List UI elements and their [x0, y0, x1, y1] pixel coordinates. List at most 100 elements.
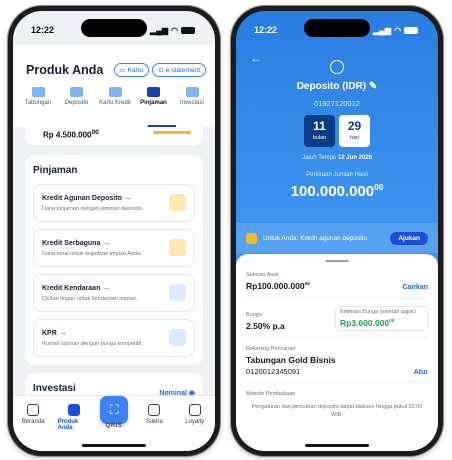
bunga-value: 2.50% p.a [246, 321, 285, 331]
product-kredit-serbaguna[interactable]: Kredit Serbaguna → Dana tunai untuk wuju… [33, 229, 195, 267]
product-description: Dana pinjaman dengan jaminan deposito. [42, 206, 144, 212]
tab-kartu-kredit[interactable]: Kartu Kredit [98, 87, 132, 106]
scan-icon: ⛶ [109, 402, 119, 417]
timer-icon [330, 60, 344, 74]
tenor-months-box: 11 bulan [304, 115, 335, 147]
rekening-row: Rekening Pencairan Tabungan Gold Bisnis … [246, 346, 428, 383]
product-kpr[interactable]: KPR → Rumah idaman dengan bunga kompetit… [33, 319, 195, 357]
status-time: 12:22 [31, 25, 55, 35]
arrow-right-icon: → [58, 328, 67, 337]
rekening-name: Tabungan Gold Bisnis [246, 355, 336, 365]
investment-chart-icon [185, 87, 199, 97]
product-name: Kredit Kendaraan [42, 285, 101, 292]
safe-icon [169, 194, 186, 211]
setoran-value: Rp100.000.00000 [246, 281, 310, 291]
metode-label: Metode Pembukaan [246, 391, 296, 397]
ajukan-button[interactable]: Ajukan [390, 231, 428, 245]
product-kredit-agunan-deposito[interactable]: Kredit Agunan Deposito → Dana pinjaman d… [33, 184, 195, 222]
deposit-title: Deposito (IDR) ✎ [296, 81, 378, 92]
estimasi-value: Rp3.600.00000 [340, 318, 395, 328]
product-kredit-kendaraan[interactable]: Kredit Kendaraan → Cicilan ringan untuk … [33, 274, 195, 312]
status-bar: 12:22 ▂▄▆ ◠ [236, 11, 438, 45]
atur-link[interactable]: Atur [414, 369, 428, 376]
loyalty-icon [188, 404, 201, 416]
status-icons: ▂▄▆ ◠ [373, 26, 418, 35]
product-description: Cicilan ringan untuk kendaraan impian. [42, 296, 138, 302]
deposito-detail-screen: 12:22 ▂▄▆ ◠ ← Deposito (IDR) ✎ 019271200… [236, 11, 438, 451]
status-icons: ▂▄▆ ◠ [150, 26, 195, 35]
deposito-icon [70, 87, 83, 97]
promo-bag-icon [246, 232, 257, 244]
maturity-date: Jatuh Tempo 12 Jun 2026 [302, 155, 372, 161]
e-statement-button[interactable]: ⊙ e-statement [152, 63, 206, 77]
product-description: Dana tunai untuk wujudkan impian Anda. [42, 251, 142, 257]
estimate-label: Perkiraan Jumlah Hasil [306, 172, 368, 178]
statement-icon: ⊙ [158, 67, 164, 74]
bunga-label: Bunga [246, 312, 262, 318]
account-number: 01927120012 [314, 99, 360, 108]
qris-label: QRIS [105, 423, 123, 429]
balance-progress-bar [153, 131, 191, 134]
status-time: 12:22 [254, 25, 278, 35]
nav-beranda[interactable]: Beranda [17, 404, 49, 451]
pinjaman-title: Pinjaman [33, 165, 78, 176]
sheet-handle[interactable] [325, 260, 349, 262]
card-icon: ▭ [119, 67, 126, 74]
house-percent-icon [169, 329, 186, 346]
product-scroll-area[interactable]: Rp 4.500.00000 Pinjaman Kredit Agunan De… [13, 127, 215, 399]
home-icon [27, 404, 40, 416]
page-header: Produk Anda ▭ Kartu ⊙ e-statement Tabung… [13, 45, 215, 127]
edit-pencil-icon[interactable]: ✎ [369, 81, 377, 92]
loan-bag-icon [147, 87, 160, 97]
right-phone-frame: 12:22 ▂▄▆ ◠ ← Deposito (IDR) ✎ 019271200… [231, 6, 443, 456]
tenor-remaining: 11 bulan 29 hari [304, 115, 370, 147]
product-description: Rumah idaman dengan bunga kompetitif. [42, 341, 143, 347]
tab-tabungan[interactable]: Tabungan [21, 87, 55, 106]
tab-deposito[interactable]: Deposito [60, 87, 94, 106]
gift-icon [148, 404, 161, 416]
setoran-label: Setoran Awal [246, 272, 279, 278]
tab-pinjaman[interactable]: Pinjaman [137, 87, 171, 106]
rekening-label: Rekening Pencairan [246, 346, 296, 352]
back-arrow-icon[interactable]: ← [250, 51, 262, 65]
nav-loyalty[interactable]: Loyalty [179, 404, 211, 451]
tabungan-icon [31, 87, 45, 97]
promo-text: Untuk Anda: Kredit agunan deposito [263, 234, 368, 242]
balance-card: Rp 4.500.00000 [25, 127, 203, 145]
promo-banner: Untuk Anda: Kredit agunan deposito Ajuka… [236, 223, 438, 253]
balance-amount: Rp 4.500.00000 [43, 129, 99, 140]
wifi-icon: ◠ [394, 25, 401, 35]
deposit-detail-sheet: Setoran Awal Rp100.000.00000 Cairkan Bun… [236, 254, 438, 451]
kartu-button[interactable]: ▭ Kartu [113, 63, 150, 77]
tenor-days-box: 29 hari [339, 115, 370, 147]
rekening-number: 0120012345091 [246, 367, 301, 376]
interest-row: Bunga 2.50% p.a Estimasi Bunga (setelah … [246, 306, 428, 338]
footer-note: Pengaturan dan pencairan deposito dapat … [251, 404, 423, 419]
qris-scan-button[interactable]: ⛶ [100, 396, 128, 424]
product-tabs: Tabungan Deposito Kartu Kredit Pinjaman … [13, 77, 215, 106]
signal-icon: ▂▄▆ [150, 25, 169, 35]
signal-icon: ▂▄▆ [373, 25, 392, 35]
arrow-right-icon: → [102, 238, 111, 247]
product-name: KPR [42, 330, 57, 337]
tab-investasi[interactable]: Investasi [175, 87, 209, 106]
speedometer-icon [169, 284, 186, 301]
investasi-title: Investasi [33, 383, 76, 394]
estimate-value: 100.000.00000 [290, 183, 384, 200]
estimasi-bunga-box: Estimasi Bunga (setelah pajak) Rp3.600.0… [335, 306, 428, 331]
setoran-row: Setoran Awal Rp100.000.00000 Cairkan [246, 272, 428, 298]
cairkan-link[interactable]: Cairkan [402, 284, 428, 291]
page-title: Produk Anda [26, 63, 104, 77]
home-indicator [305, 444, 369, 447]
coins-icon [169, 239, 186, 256]
arrow-right-icon: → [123, 193, 132, 202]
status-bar: 12:22 ▂▄▆ ◠ [13, 11, 215, 45]
estimasi-label: Estimasi Bunga (setelah pajak) [340, 309, 416, 315]
arrow-right-icon: → [102, 283, 111, 292]
left-phone-frame: 12:22 ▂▄▆ ◠ Produk Anda ▭ Kartu ⊙ e-stat… [8, 6, 220, 456]
product-name: Kredit Serbaguna [42, 240, 101, 247]
credit-card-icon [108, 87, 122, 97]
produk-anda-screen: 12:22 ▂▄▆ ◠ Produk Anda ▭ Kartu ⊙ e-stat… [13, 11, 215, 451]
battery-icon [181, 26, 195, 34]
pinjaman-section: Pinjaman Kredit Agunan Deposito → Dana p… [25, 155, 203, 365]
